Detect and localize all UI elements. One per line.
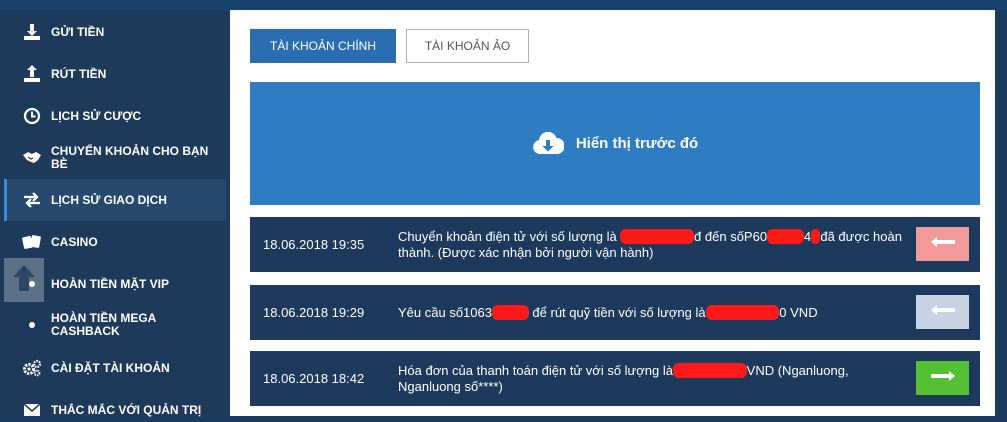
upload-icon — [22, 64, 42, 84]
show-previous-label: Hiển thị trước đó — [575, 135, 699, 152]
redacted-request-id: ████ — [491, 305, 529, 320]
transaction-row: 18.06.2018 19:35 Chuyển khoản điện tử vớ… — [250, 217, 980, 272]
transaction-date: 18.06.2018 19:29 — [263, 305, 365, 320]
redacted-account: ████ — [767, 229, 804, 244]
sidebar-item-transaction-history[interactable]: LỊCH SỬ GIAO DỊCH — [4, 179, 226, 221]
sidebar-item-ask-admin[interactable]: THẮC MẮC VỚI QUẢN TRỊ — [4, 398, 226, 422]
redacted-amount: ████████ — [620, 229, 695, 244]
swap-arrows-icon — [22, 190, 42, 210]
sidebar-item-transfer-friends[interactable]: CHUYỂN KHOẢN CHO BẠN BÈ — [4, 143, 226, 173]
tab-main-account[interactable]: TÀI KHOẢN CHÍNH — [250, 29, 396, 63]
cloud-download-icon — [532, 131, 564, 156]
main-content: TÀI KHOẢN CHÍNH TÀI KHOẢN ẢO Hiển thị tr… — [230, 10, 995, 416]
tab-virtual-account[interactable]: TÀI KHOẢN ẢO — [406, 29, 529, 63]
redacted-mark: █ — [811, 229, 821, 244]
bullet-icon — [22, 315, 42, 335]
transaction-action-button[interactable] — [916, 295, 969, 329]
gears-icon — [22, 358, 42, 378]
transaction-action-button[interactable] — [916, 361, 969, 395]
sidebar-item-casino[interactable]: CASINO — [4, 230, 226, 254]
sidebar-item-label: RÚT TIỀN — [51, 66, 107, 81]
sidebar-item-label: CÀI ĐẶT TÀI KHOẢN — [51, 360, 170, 375]
sidebar-item-mega-cashback[interactable]: HOÀN TIỀN MEGA CASHBACK — [4, 309, 226, 341]
sidebar-item-label: THẮC MẮC VỚI QUẢN TRỊ — [51, 402, 202, 417]
sidebar-item-label: CHUYỂN KHOẢN CHO BẠN BÈ — [51, 144, 209, 171]
redacted-amount: ████████ — [672, 363, 747, 378]
transaction-date: 18.06.2018 19:35 — [263, 237, 365, 252]
scroll-to-top-button[interactable] — [4, 258, 44, 302]
arrow-left-icon — [930, 303, 956, 321]
transaction-action-button[interactable] — [916, 227, 969, 261]
sidebar-item-account-settings[interactable]: CÀI ĐẶT TÀI KHOẢN — [4, 356, 226, 380]
sidebar-item-label: HOÀN TIỀN MEGA CASHBACK — [51, 311, 156, 338]
download-icon — [22, 22, 42, 42]
arrow-left-icon — [930, 235, 956, 253]
arrow-up-icon — [11, 263, 37, 298]
sidebar-item-label: LỊCH SỬ CƯỢC — [51, 108, 142, 123]
transaction-date: 18.06.2018 18:42 — [263, 371, 365, 386]
arrow-right-icon — [930, 369, 956, 387]
transaction-row: 18.06.2018 19:29 Yêu cầu số1063████ để r… — [250, 285, 980, 340]
sidebar-item-bet-history[interactable]: LỊCH SỬ CƯỢC — [4, 104, 226, 128]
transaction-description: Yêu cầu số1063████ để rút quỹ tiền với s… — [398, 305, 818, 320]
sidebar-item-label: HOÀN TIỀN MẶT VIP — [51, 276, 170, 291]
transaction-row: 18.06.2018 18:42 Hóa đơn của thanh toán … — [250, 351, 980, 406]
transfer-friends-icon — [22, 148, 42, 168]
sidebar-item-label: GỬI TIỀN — [51, 24, 105, 39]
playing-cards-icon — [22, 232, 42, 252]
right-gutter — [995, 10, 1007, 416]
sidebar-item-label: LỊCH SỬ GIAO DỊCH — [51, 192, 167, 207]
top-bar — [0, 0, 1007, 10]
transaction-description: Chuyển khoản điện tử với số lượng là ███… — [398, 229, 902, 260]
sidebar-item-deposit[interactable]: GỬI TIỀN — [4, 20, 226, 44]
sidebar-item-label: CASINO — [51, 234, 98, 249]
envelope-icon — [22, 400, 42, 420]
sidebar-item-withdraw[interactable]: RÚT TIỀN — [4, 62, 226, 86]
show-previous-button[interactable]: Hiển thị trước đó — [250, 82, 980, 205]
sidebar: GỬI TIỀN RÚT TIỀN LỊCH SỬ CƯỢC CHUYỂN KH… — [0, 10, 230, 416]
clock-icon — [22, 106, 42, 126]
transaction-description: Hóa đơn của thanh toán điện tử với số lư… — [398, 363, 849, 394]
redacted-amount: ████████ — [705, 305, 780, 320]
